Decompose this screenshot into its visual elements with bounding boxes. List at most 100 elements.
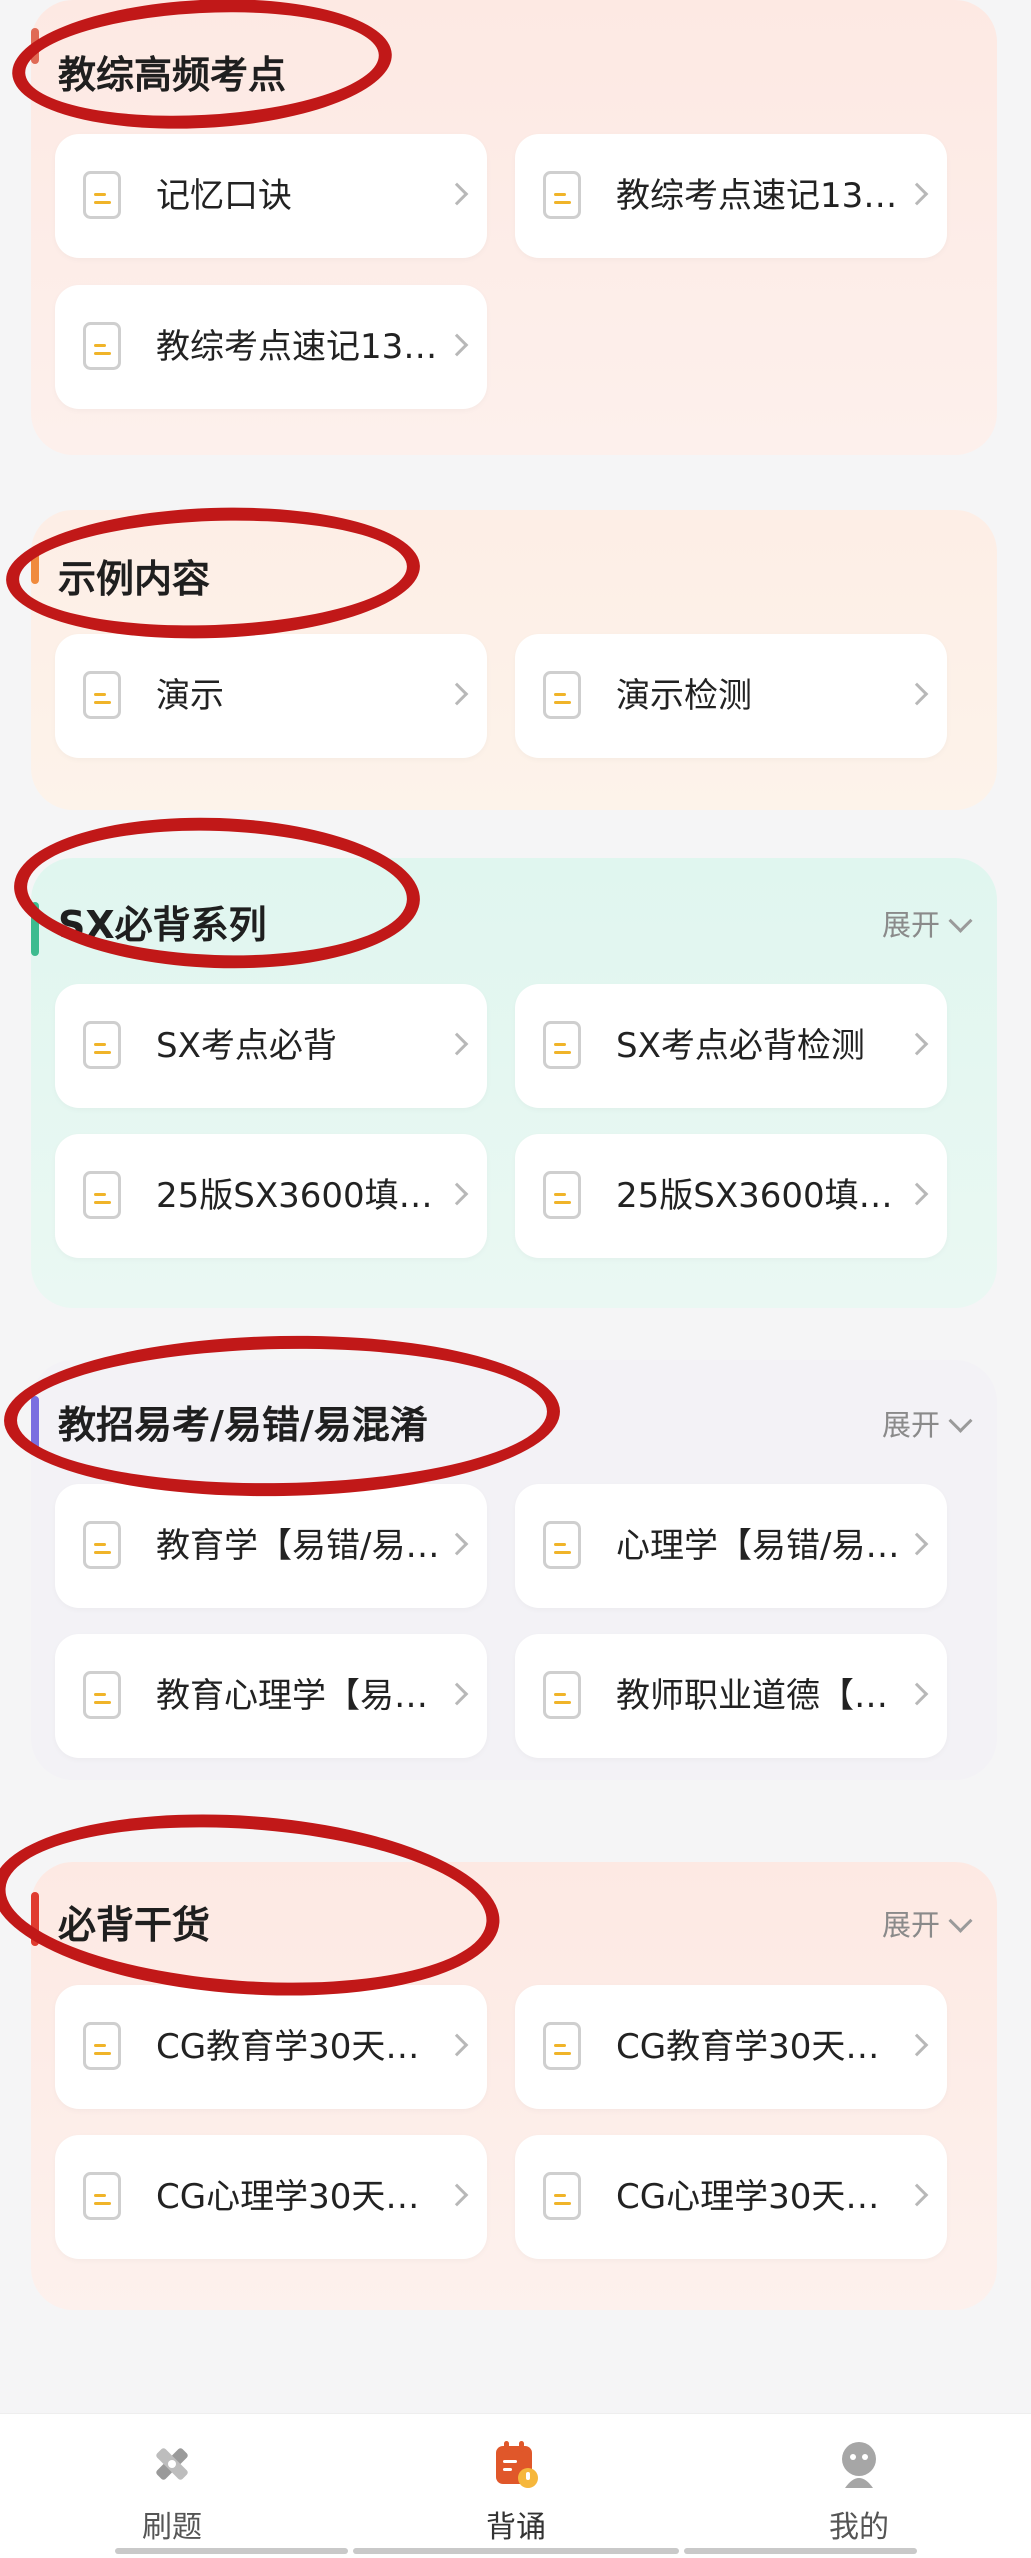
section-accent-bar (31, 28, 39, 64)
chevron-down-icon (948, 1908, 973, 1933)
card-label: 教育心理学【易… (156, 1676, 428, 1716)
chevron-right-icon (445, 333, 469, 357)
chevron-right-icon (445, 682, 469, 706)
bottom-tab-bar: 刷题 背诵 我的 (0, 2413, 1031, 2558)
document-icon (83, 671, 121, 719)
card-label: CG心理学30天带… (616, 2177, 906, 2217)
card-item[interactable]: 心理学【易错/易… (515, 1484, 947, 1608)
document-icon (83, 2022, 121, 2070)
document-icon (543, 1671, 581, 1719)
card-item[interactable]: 教师职业道德【… (515, 1634, 947, 1758)
document-icon (543, 671, 581, 719)
chevron-right-icon (905, 2183, 929, 2207)
chevron-right-icon (905, 1182, 929, 1206)
chevron-right-icon (445, 2183, 469, 2207)
chevron-right-icon (445, 1032, 469, 1056)
document-icon (83, 171, 121, 219)
card-label: CG教育学30天带… (616, 2027, 906, 2067)
document-icon (83, 1671, 121, 1719)
card-item[interactable]: 教综考点速记1300 (515, 134, 947, 258)
document-icon (543, 2022, 581, 2070)
tab-underline (115, 2548, 348, 2554)
chevron-right-icon (905, 1532, 929, 1556)
card-label: SX考点必背检测 (616, 1026, 865, 1066)
document-icon (543, 1171, 581, 1219)
chevron-right-icon (445, 1532, 469, 1556)
card-item[interactable]: 教育心理学【易… (55, 1634, 487, 1758)
pencil-ruler-icon (156, 2448, 188, 2480)
card-label: 演示 (156, 676, 224, 716)
tab-wode[interactable]: 我的 (687, 2414, 1031, 2558)
card-item[interactable]: 演示检测 (515, 634, 947, 758)
card-label: 教综考点速记1300 (616, 176, 906, 216)
section-accent-bar (31, 1396, 39, 1450)
expand-toggle[interactable]: 展开 (882, 902, 973, 944)
section-accent-bar (31, 1892, 39, 1946)
chevron-right-icon (445, 2033, 469, 2057)
card-item[interactable]: CG教育学30天带… (515, 1985, 947, 2109)
card-item[interactable]: 25版SX3600填空题 (55, 1134, 487, 1258)
document-icon (83, 1021, 121, 1069)
document-icon (543, 1521, 581, 1569)
section-title: 教综高频考点 (58, 53, 287, 97)
card-label: CG教育学30天带… (156, 2027, 446, 2067)
chevron-right-icon (905, 2033, 929, 2057)
section-accent-bar (31, 902, 39, 956)
card-label: 记忆口诀 (156, 176, 292, 216)
card-item[interactable]: CG教育学30天带… (55, 1985, 487, 2109)
card-label: 25版SX3600填空… (616, 1176, 906, 1216)
card-item[interactable]: SX考点必背检测 (515, 984, 947, 1108)
document-icon (543, 171, 581, 219)
document-icon (83, 2172, 121, 2220)
chevron-right-icon (905, 1682, 929, 1706)
tab-underline (684, 2548, 917, 2554)
document-icon (83, 322, 121, 370)
chevron-right-icon (905, 1032, 929, 1056)
document-icon (543, 1021, 581, 1069)
tab-label: 背诵 (486, 2510, 546, 2545)
recite-calendar-icon (496, 2441, 538, 2488)
chevron-down-icon (948, 908, 973, 933)
chevron-down-icon (948, 1408, 973, 1433)
card-item[interactable]: CG心理学30天带… (515, 2135, 947, 2259)
tab-beisong[interactable]: 背诵 (344, 2414, 688, 2558)
card-label: CG心理学30天带… (156, 2177, 446, 2217)
section-title: 示例内容 (58, 557, 211, 601)
card-item[interactable]: 教综考点速记13… (55, 285, 487, 409)
document-icon (83, 1171, 121, 1219)
chevron-right-icon (445, 1182, 469, 1206)
section-title: 必背干货 (58, 1903, 211, 1947)
expand-label: 展开 (882, 1408, 941, 1442)
card-item[interactable]: 教育学【易错/易… (55, 1484, 487, 1608)
card-label: SX考点必背 (156, 1026, 337, 1066)
card-item[interactable]: SX考点必背 (55, 984, 487, 1108)
expand-label: 展开 (882, 908, 941, 942)
card-item[interactable]: 演示 (55, 634, 487, 758)
card-label: 教师职业道德【… (616, 1676, 888, 1716)
chevron-right-icon (905, 182, 929, 206)
expand-toggle[interactable]: 展开 (882, 1402, 973, 1444)
expand-toggle[interactable]: 展开 (882, 1902, 973, 1944)
card-label: 教育学【易错/易… (156, 1526, 440, 1566)
section-title: SX必背系列 (58, 903, 267, 947)
chevron-right-icon (445, 1682, 469, 1706)
expand-label: 展开 (882, 1908, 941, 1942)
tab-shuati[interactable]: 刷题 (0, 2414, 344, 2558)
document-icon (83, 1521, 121, 1569)
card-item[interactable]: 25版SX3600填空… (515, 1134, 947, 1258)
card-label: 心理学【易错/易… (616, 1526, 900, 1566)
tab-label: 刷题 (142, 2510, 202, 2545)
chevron-right-icon (905, 682, 929, 706)
card-label: 25版SX3600填空题 (156, 1176, 446, 1216)
chevron-right-icon (445, 182, 469, 206)
card-item[interactable]: CG心理学30天带… (55, 2135, 487, 2259)
section-title: 教招易考/易错/易混淆 (58, 1403, 428, 1447)
user-icon (842, 2442, 876, 2488)
card-item[interactable]: 记忆口诀 (55, 134, 487, 258)
section-accent-bar (31, 548, 39, 584)
card-label: 教综考点速记13… (156, 327, 438, 367)
card-label: 演示检测 (616, 676, 752, 716)
tab-label: 我的 (829, 2510, 889, 2545)
document-icon (543, 2172, 581, 2220)
tab-underline (353, 2548, 679, 2554)
